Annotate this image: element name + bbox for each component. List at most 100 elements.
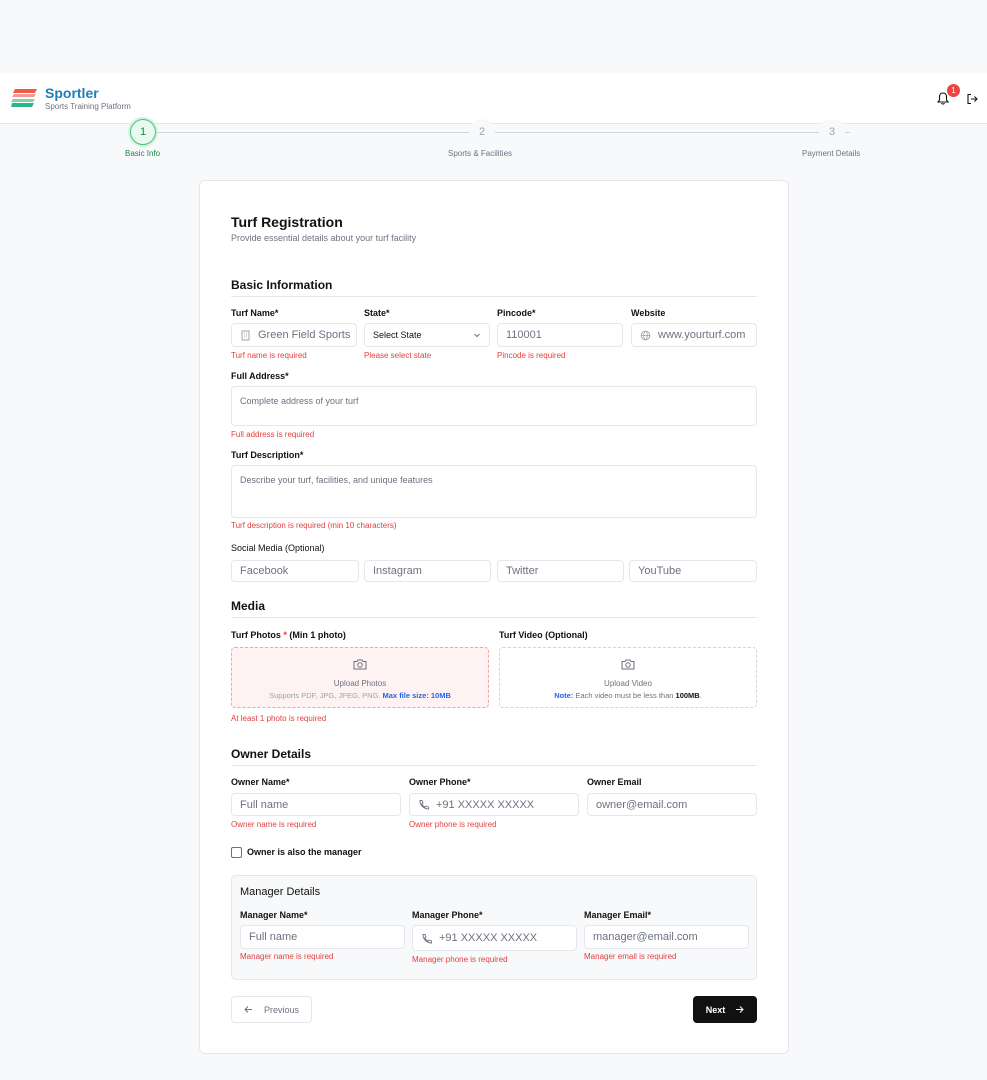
chevron-down-icon [474, 333, 480, 338]
video-note-text: Each video must be less than [575, 691, 674, 700]
arrow-left-icon [244, 1006, 252, 1013]
logout-icon[interactable] [966, 93, 978, 105]
website-label: Website [631, 308, 666, 318]
video-upload-dropzone[interactable]: Upload Video Note: Each video must be le… [499, 647, 757, 708]
owner-is-manager-label[interactable]: Owner is also the manager [247, 847, 362, 857]
previous-button[interactable]: Previous [231, 996, 312, 1023]
divider [231, 617, 757, 618]
manager-details-panel: Manager Details Manager Name* Full name … [231, 875, 757, 980]
owner-name-label: Owner Name* [231, 777, 290, 787]
step-3-circle[interactable]: 3 [819, 119, 845, 145]
progress-stepper: 1 2 3 Basic Info Sports & Facilities Pay… [0, 119, 987, 164]
photo-formats: Supports PDF, JPG, JPEG, PNG. [269, 691, 381, 700]
instagram-placeholder: Instagram [373, 565, 422, 577]
step-connector [494, 132, 820, 133]
owner-name-placeholder: Full name [240, 798, 289, 811]
camera-icon [353, 659, 367, 670]
manager-phone-error: Manager phone is required [412, 955, 508, 964]
manager-email-error: Manager email is required [584, 952, 677, 961]
app-header: Sportler Sports Training Platform 1 [0, 73, 987, 124]
turf-name-error: Turf name is required [231, 351, 307, 360]
next-button[interactable]: Next [693, 996, 757, 1023]
owner-phone-label: Owner Phone* [409, 777, 471, 787]
manager-phone-placeholder: +91 XXXXX XXXXX [439, 932, 538, 944]
phone-icon [419, 800, 429, 810]
photo-upload-title: Upload Photos [333, 679, 387, 688]
step-1-circle[interactable]: 1 [130, 119, 156, 145]
twitter-placeholder: Twitter [506, 565, 539, 577]
registration-card: Turf Registration Provide essential deta… [199, 180, 789, 1054]
photo-size-limit: Max file size: 10MB [382, 691, 451, 700]
address-error: Full address is required [231, 430, 315, 439]
video-upload-subtext: Note: Each video must be less than 100MB… [500, 691, 756, 700]
section-basic-info: Basic Information [231, 278, 333, 292]
pincode-input[interactable]: 110001 [497, 323, 623, 347]
facebook-input[interactable]: Facebook [231, 560, 359, 582]
address-textarea[interactable]: Complete address of your turf [231, 386, 757, 426]
logo-icon [11, 89, 37, 107]
owner-email-input[interactable]: owner@email.com [587, 793, 757, 816]
description-label: Turf Description* [231, 450, 304, 460]
instagram-input[interactable]: Instagram [364, 560, 491, 582]
step-3-label: Payment Details [802, 149, 861, 158]
section-owner-details: Owner Details [231, 747, 312, 761]
owner-is-manager-checkbox[interactable] [231, 847, 242, 858]
divider [231, 296, 757, 297]
photos-error: At least 1 photo is required [231, 714, 327, 723]
manager-name-placeholder: Full name [249, 931, 298, 943]
state-label: State* [364, 308, 390, 318]
notification-badge: 1 [947, 84, 960, 97]
building-icon [241, 330, 250, 340]
state-select[interactable]: Select State [364, 323, 490, 347]
owner-email-label: Owner Email [587, 777, 642, 787]
description-error: Turf description is required (min 10 cha… [231, 521, 397, 530]
owner-phone-input[interactable]: +91 XXXXX XXXXX [409, 793, 579, 816]
divider [231, 765, 757, 766]
photos-required-star: * [283, 630, 287, 640]
previous-button-label: Previous [263, 1004, 299, 1015]
globe-icon [640, 330, 651, 340]
form-title: Turf Registration [231, 214, 343, 230]
brand-name[interactable]: Sportler [45, 85, 99, 101]
address-placeholder: Complete address of your turf [240, 396, 359, 406]
website-input[interactable]: www.yourturf.com [631, 323, 757, 347]
manager-name-error: Manager name is required [240, 952, 334, 961]
manager-email-label: Manager Email* [584, 910, 652, 920]
turf-name-placeholder: Green Field Sports [258, 329, 351, 341]
facebook-placeholder: Facebook [240, 565, 289, 577]
description-textarea[interactable]: Describe your turf, facilities, and uniq… [231, 465, 757, 518]
photo-upload-dropzone[interactable]: Upload Photos Supports PDF, JPG, JPEG, P… [231, 647, 489, 708]
social-media-label: Social Media (Optional) [231, 543, 325, 553]
video-note-period: . [699, 691, 702, 700]
section-media: Media [231, 599, 266, 613]
turf-name-label: Turf Name* [231, 308, 279, 318]
video-label: Turf Video (Optional) [499, 630, 588, 640]
pincode-label: Pincode* [497, 308, 536, 318]
pincode-error: Pincode is required [497, 351, 566, 360]
owner-phone-placeholder: +91 XXXXX XXXXX [436, 798, 535, 811]
pincode-placeholder: 110001 [506, 329, 542, 341]
owner-name-input[interactable]: Full name [231, 793, 401, 816]
brand-tagline: Sports Training Platform [45, 102, 131, 111]
video-note-label: Note: [554, 691, 574, 700]
owner-email-placeholder: owner@email.com [596, 798, 688, 811]
manager-details-heading: Manager Details [240, 886, 321, 898]
arrow-right-icon [736, 1006, 744, 1013]
manager-phone-input[interactable]: +91 XXXXX XXXXX [412, 925, 577, 951]
youtube-input[interactable]: YouTube [629, 560, 757, 582]
state-error: Please select state [364, 351, 432, 360]
video-size-limit: 100MB [675, 691, 700, 700]
step-2-circle[interactable]: 2 [469, 119, 495, 145]
manager-phone-label: Manager Phone* [412, 910, 483, 920]
manager-name-label: Manager Name* [240, 910, 308, 920]
turf-name-input[interactable]: Green Field Sports [231, 323, 357, 347]
manager-email-input[interactable]: manager@email.com [584, 925, 749, 949]
photos-label-text: Turf Photos [231, 630, 281, 640]
manager-name-input[interactable]: Full name [240, 925, 405, 949]
form-subtitle: Provide essential details about your tur… [231, 233, 417, 243]
twitter-input[interactable]: Twitter [497, 560, 624, 582]
phone-icon [422, 933, 432, 943]
photos-label-min: (Min 1 photo) [289, 630, 346, 640]
photos-label: Turf Photos * (Min 1 photo) [231, 630, 346, 640]
website-placeholder: www.yourturf.com [658, 329, 746, 341]
